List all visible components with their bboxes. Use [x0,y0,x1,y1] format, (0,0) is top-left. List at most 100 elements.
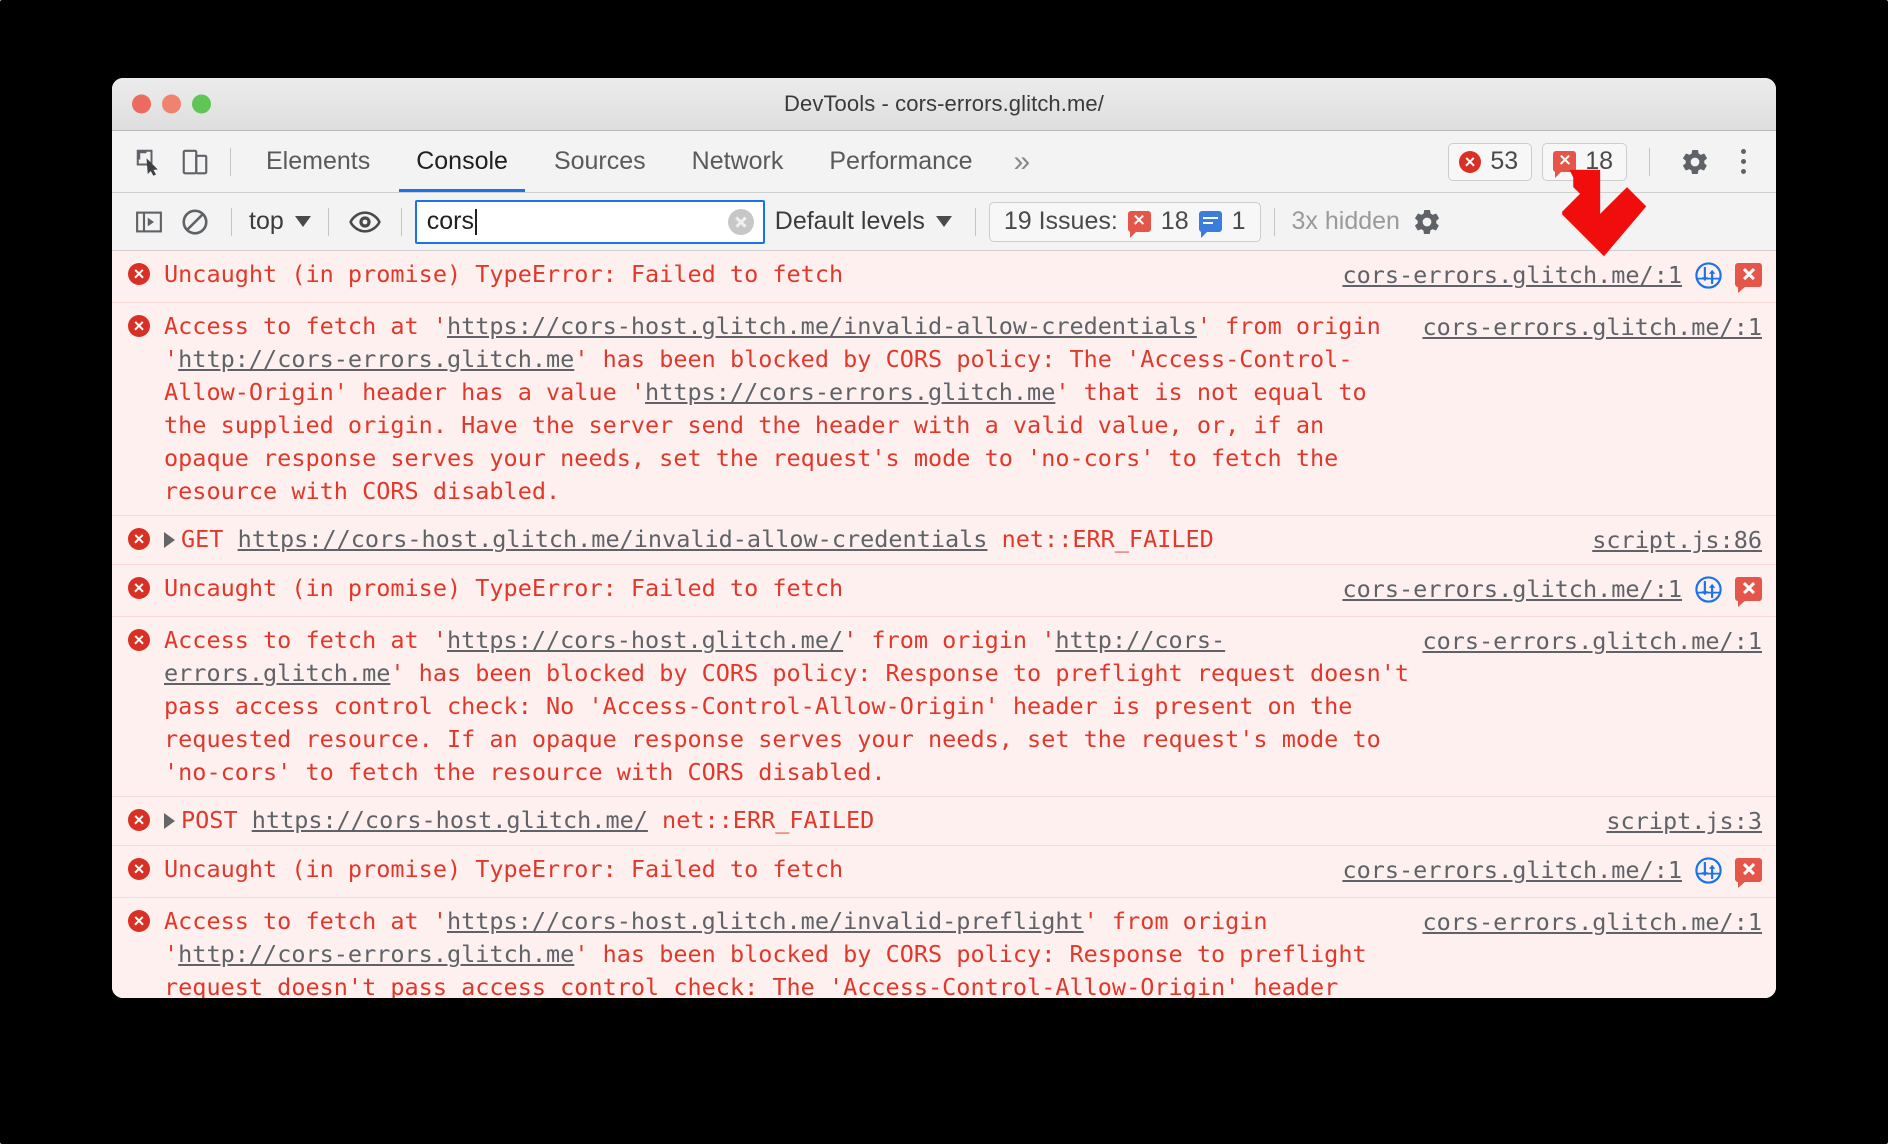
console-filter-value: cors [426,207,474,235]
tab-network-label: Network [691,147,784,175]
console-message-source-link[interactable]: script.js:3 [1606,805,1762,838]
window-titlebar: DevTools - cors-errors.glitch.me/ [112,78,1776,131]
issue-info-icon [1198,211,1222,238]
filterbar-divider-5 [1273,207,1275,236]
console-message-link[interactable]: http://cors-errors.glitch.me [178,940,574,968]
tabstrip-right-divider [1649,147,1650,176]
console-message-source-link[interactable]: cors-errors.glitch.me/:1 [1342,573,1682,606]
console-message-text: POST https://cors-host.glitch.me/ net::E… [164,804,1606,837]
more-tabs-button[interactable]: » [995,131,1048,192]
error-circle-icon [128,577,150,599]
console-message-link[interactable]: https://cors-host.glitch.me/invalid-allo… [447,312,1197,340]
gear-icon[interactable] [1672,139,1718,185]
console-message-text: Uncaught (in promise) TypeError: Failed … [164,855,844,883]
devtools-panel-tabs: Elements Console Sources Network Perform… [243,131,1048,192]
console-message-source-link[interactable]: cors-errors.glitch.me/:1 [1422,311,1762,344]
message-issue-icon[interactable] [1735,577,1762,607]
console-message-meta: script.js:86 [1592,523,1776,557]
chevron-down-icon [935,216,952,227]
execution-context-label: top [249,207,284,235]
expand-triangle-icon[interactable] [164,531,175,548]
clear-console-icon[interactable] [172,200,218,244]
tabstrip-divider [230,147,231,176]
kebab-menu-icon[interactable] [1728,145,1758,179]
execution-context-selector[interactable]: top [245,207,315,236]
console-filter-toolbar: top cors Default levels 19 Issues: 18 1 … [112,193,1776,251]
tab-elements[interactable]: Elements [243,131,393,192]
console-message-link[interactable]: https://cors-host.glitch.me/ [447,626,843,654]
console-message-meta: cors-errors.glitch.me/:1 [1342,572,1776,609]
minimize-window-button[interactable] [162,94,181,114]
error-circle-icon [1459,150,1482,173]
message-issue-icon[interactable] [1735,263,1762,293]
network-request-icon[interactable] [1694,854,1723,890]
network-request-icon[interactable] [1694,259,1723,295]
console-message-text: GET https://cors-host.glitch.me/invalid-… [164,523,1592,556]
issues-summary-label: 19 Issues: [1003,207,1118,235]
window-title: DevTools - cors-errors.glitch.me/ [784,91,1104,116]
network-request-icon[interactable] [1694,573,1723,609]
console-settings-gear-icon[interactable] [1404,200,1450,244]
console-message-meta: cors-errors.glitch.me/:1 [1342,258,1776,295]
error-circle-icon [128,910,150,932]
issues-info-count: 1 [1231,207,1246,235]
console-message-row[interactable]: Access to fetch at 'https://cors-host.gl… [112,898,1776,998]
console-message-row[interactable]: POST https://cors-host.glitch.me/ net::E… [112,797,1776,846]
console-message-list[interactable]: Uncaught (in promise) TypeError: Failed … [112,251,1776,998]
console-message-source-link[interactable]: cors-errors.glitch.me/:1 [1422,906,1762,939]
error-count-badge[interactable]: 53 [1448,142,1533,181]
console-message-text: Access to fetch at 'https://cors-host.gl… [164,907,1381,998]
issue-count-badge[interactable]: 18 [1542,142,1627,181]
console-message-link[interactable]: https://cors-host.glitch.me/ [252,806,648,834]
tab-console[interactable]: Console [393,131,531,192]
console-message-meta: script.js:3 [1606,804,1776,838]
console-sidebar-icon[interactable] [126,200,172,244]
screenshot-root: DevTools - cors-errors.glitch.me/ Elemen… [0,0,1888,1144]
error-circle-icon [128,858,150,880]
expand-triangle-icon[interactable] [164,812,175,829]
device-toolbar-icon[interactable] [172,139,218,185]
issue-error-icon [1553,151,1577,178]
console-message-row[interactable]: Access to fetch at 'https://cors-host.gl… [112,303,1776,516]
console-message-link[interactable]: https://cors-errors.glitch.me [645,378,1055,406]
tab-performance[interactable]: Performance [806,131,995,192]
filterbar-divider-3 [400,207,402,236]
chevron-down-icon [294,216,311,227]
issues-summary-badge[interactable]: 19 Issues: 18 1 [988,201,1261,242]
eye-icon[interactable] [342,200,388,244]
message-issue-icon[interactable] [1735,858,1762,888]
devtools-window: DevTools - cors-errors.glitch.me/ Elemen… [112,78,1776,998]
console-message-row[interactable]: GET https://cors-host.glitch.me/invalid-… [112,516,1776,565]
inspect-element-icon[interactable] [126,139,172,185]
console-message-source-link[interactable]: cors-errors.glitch.me/:1 [1342,854,1682,887]
zoom-window-button[interactable] [192,94,211,114]
error-circle-icon [128,809,150,831]
console-message-source-link[interactable]: cors-errors.glitch.me/:1 [1422,625,1762,658]
console-message-row[interactable]: Uncaught (in promise) TypeError: Failed … [112,565,1776,617]
console-message-row[interactable]: Uncaught (in promise) TypeError: Failed … [112,846,1776,898]
console-message-meta: cors-errors.glitch.me/:1 [1422,905,1776,939]
console-message-row[interactable]: Uncaught (in promise) TypeError: Failed … [112,251,1776,303]
console-message-link[interactable]: http://cors-errors.glitch.me [178,345,574,373]
tab-sources-label: Sources [553,147,646,175]
console-message-source-link[interactable]: script.js:86 [1592,524,1762,557]
console-message-row[interactable]: Access to fetch at 'https://cors-host.gl… [112,617,1776,797]
clear-input-icon[interactable] [727,208,754,235]
error-circle-icon [128,315,150,337]
window-traffic-lights [132,94,211,114]
console-message-text: Uncaught (in promise) TypeError: Failed … [164,260,844,288]
log-levels-selector[interactable]: Default levels [765,207,962,236]
close-window-button[interactable] [132,94,151,114]
tab-network[interactable]: Network [669,131,807,192]
console-message-source-link[interactable]: cors-errors.glitch.me/:1 [1342,259,1682,292]
text-cursor [475,208,477,235]
tab-performance-label: Performance [829,147,973,175]
tab-sources[interactable]: Sources [531,131,669,192]
console-message-link[interactable]: https://cors-host.glitch.me/invalid-pref… [447,907,1084,935]
console-message-meta: cors-errors.glitch.me/:1 [1342,853,1776,890]
console-filter-input[interactable]: cors [414,199,765,244]
console-message-link[interactable]: https://cors-host.glitch.me/invalid-allo… [238,525,988,553]
log-levels-label: Default levels [774,207,925,235]
error-circle-icon [128,263,150,285]
tab-elements-label: Elements [266,147,371,175]
